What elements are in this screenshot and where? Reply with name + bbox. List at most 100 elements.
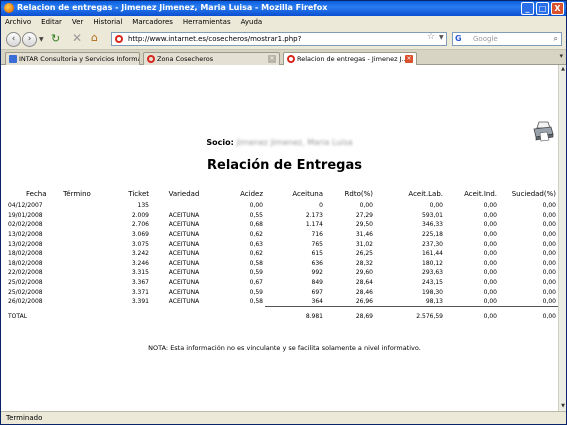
tab-intar[interactable]: INTAR Consultoria y Servicios Informáti.…: [5, 52, 140, 65]
table-row: 19/01/2008 2.009 ACEITUNA 0,55 2.173 27,29 593…: [8, 211, 558, 221]
stop-icon[interactable]: ✕: [72, 31, 82, 45]
col-fecha: Fecha: [26, 190, 47, 198]
table-row: 18/02/2008 3.246 ACEITUNA 0,58 636 28,32 180,1…: [8, 259, 558, 269]
close-tab-icon[interactable]: ×: [405, 55, 413, 63]
cell-ticket: 3.075: [131, 240, 149, 248]
forward-arrow-icon[interactable]: ›: [22, 32, 37, 47]
cell-termino: [53, 297, 103, 307]
star-icon[interactable]: ☆: [427, 32, 435, 42]
col-aceit-ind: Aceit.Ind.: [464, 190, 497, 198]
cell-aceituna: 0: [319, 202, 323, 210]
socio-line: Socio: Jimenez Jimenez, Maria Luisa: [1, 138, 558, 147]
back-arrow-icon[interactable]: ‹: [6, 32, 21, 47]
total-row: TOTAL 8.981 28,69 2.576,59 0,00 0,00: [8, 312, 558, 322]
cell-fecha: 26/02/2008: [8, 298, 43, 306]
search-placeholder: Google: [473, 35, 498, 43]
site-favicon-icon: [115, 35, 123, 43]
col-variedad: Variedad: [168, 190, 200, 198]
cell-ticket: 3.367: [131, 279, 149, 287]
cell-suciedad: 0,00: [542, 297, 556, 305]
cell-aceit-lab: 180,12: [422, 259, 443, 267]
maximize-button[interactable]: □: [536, 2, 549, 15]
table-row: 13/02/2008 3.075 ACEITUNA 0,63 765 31,02 237,3…: [8, 239, 558, 249]
google-icon[interactable]: G: [455, 34, 465, 44]
cell-variedad: ACEITUNA: [168, 231, 200, 239]
title-bar[interactable]: Relacion de entregas - Jimenez Jimenez, …: [1, 1, 566, 16]
cell-rdto: 28,46: [355, 288, 373, 296]
cell-suciedad: 0,00: [542, 231, 556, 239]
cell-acidez: 0,55: [249, 211, 263, 219]
cell-aceit-ind: 0,00: [483, 259, 497, 267]
menu-historial[interactable]: Historial: [93, 18, 122, 26]
browser-window: Relacion de entregas - Jimenez Jimenez, …: [0, 0, 567, 425]
menu-editar[interactable]: Editar: [41, 18, 62, 26]
cell-fecha: 25/02/2008: [8, 279, 43, 287]
home-icon[interactable]: ⌂: [91, 31, 98, 44]
status-bar: Terminado: [1, 411, 566, 424]
cell-aceit-lab: 225,18: [422, 231, 443, 239]
tab-relacion-entregas[interactable]: Relacion de entregas - Jimenez J... ×: [283, 52, 417, 65]
cell-aceituna: 364: [311, 297, 323, 305]
scroll-down-icon[interactable]: ▼: [559, 402, 567, 411]
cell-aceituna: 849: [311, 279, 323, 287]
total-suciedad: 0,00: [542, 313, 556, 321]
cell-acidez: 0,59: [249, 269, 263, 277]
cell-termino: [53, 239, 103, 249]
tab-zona-cosecheros[interactable]: Zona Cosecheros ×: [143, 52, 280, 65]
cell-ticket: 2.009: [131, 211, 149, 219]
magnifier-icon[interactable]: ⌕: [554, 33, 558, 45]
window-title: Relacion de entregas - Jimenez Jimenez, …: [17, 3, 328, 12]
table-row: 13/02/2008 3.069 ACEITUNA 0,62 716 31,46 225,1…: [8, 230, 558, 240]
scroll-up-icon[interactable]: ▲: [559, 65, 567, 74]
cell-suciedad: 0,00: [542, 288, 556, 296]
cell-acidez: 0,00: [249, 202, 263, 210]
tab-label: Zona Cosecheros: [157, 55, 214, 63]
cell-aceit-lab: 98,13: [425, 297, 443, 305]
search-input[interactable]: G Google ⌕: [452, 32, 562, 46]
col-termino: Término: [63, 190, 91, 198]
cell-ticket: 3.391: [131, 298, 149, 306]
site-favicon-icon: [287, 55, 295, 63]
cell-ticket: 2.706: [131, 221, 149, 229]
cell-fecha: 18/02/2008: [8, 250, 43, 258]
intar-favicon-icon: [9, 55, 17, 63]
cell-fecha: 25/02/2008: [8, 288, 43, 296]
vertical-scrollbar[interactable]: ▲ ▼: [558, 65, 566, 411]
col-rdto: Rdto(%): [344, 190, 373, 198]
cell-ticket: 3.371: [131, 288, 149, 296]
cell-ticket: 3.242: [131, 250, 149, 258]
cell-aceit-ind: 0,00: [483, 202, 497, 210]
cell-aceit-lab: 243,15: [422, 279, 443, 287]
menu-archivo[interactable]: Archivo: [5, 18, 31, 26]
cell-acidez: 0,59: [249, 288, 263, 296]
cell-suciedad: 0,00: [542, 221, 556, 229]
cell-variedad: ACEITUNA: [168, 259, 200, 267]
cell-aceituna: 2.173: [305, 211, 323, 219]
menu-ver[interactable]: Ver: [72, 18, 83, 26]
cell-aceituna: 615: [311, 250, 323, 258]
menu-bar: Archivo Editar Ver Historial Marcadores …: [1, 16, 566, 28]
menu-herramientas[interactable]: Herramientas: [183, 18, 231, 26]
table-row: 25/02/2008 3.371 ACEITUNA 0,59 697 28,46 198,3…: [8, 287, 558, 297]
minimize-button[interactable]: _: [521, 2, 534, 15]
url-dropdown-icon[interactable]: ▼: [439, 34, 444, 41]
close-tab-icon[interactable]: ×: [268, 55, 276, 63]
table-row: 02/02/2008 2.706 ACEITUNA 0,68 1.174 29,50 346…: [8, 220, 558, 230]
cell-fecha: 19/01/2008: [8, 211, 43, 219]
close-button[interactable]: X: [551, 2, 564, 15]
menu-ayuda[interactable]: Ayuda: [241, 18, 263, 26]
tab-list-icon[interactable]: ▾: [559, 52, 563, 60]
cell-fecha: 04/12/2007: [8, 202, 43, 210]
reload-icon[interactable]: ↻: [51, 32, 60, 45]
url-field[interactable]: http://www.intarnet.es/cosecheros/mostra…: [111, 32, 447, 46]
cell-fecha: 13/02/2008: [8, 240, 43, 248]
table-row: 04/12/2007 135 0,00 0 0,00 0,00 0,00 0,00: [8, 201, 558, 211]
cell-aceituna: 1.174: [305, 221, 323, 229]
cell-acidez: 0,67: [249, 279, 263, 287]
menu-marcadores[interactable]: Marcadores: [132, 18, 173, 26]
history-dropdown-icon[interactable]: ▼: [39, 36, 44, 43]
cell-rdto: 27,29: [355, 211, 373, 219]
total-aceit-ind: 0,00: [483, 313, 497, 321]
cell-rdto: 28,64: [355, 279, 373, 287]
cell-aceit-ind: 0,00: [483, 221, 497, 229]
